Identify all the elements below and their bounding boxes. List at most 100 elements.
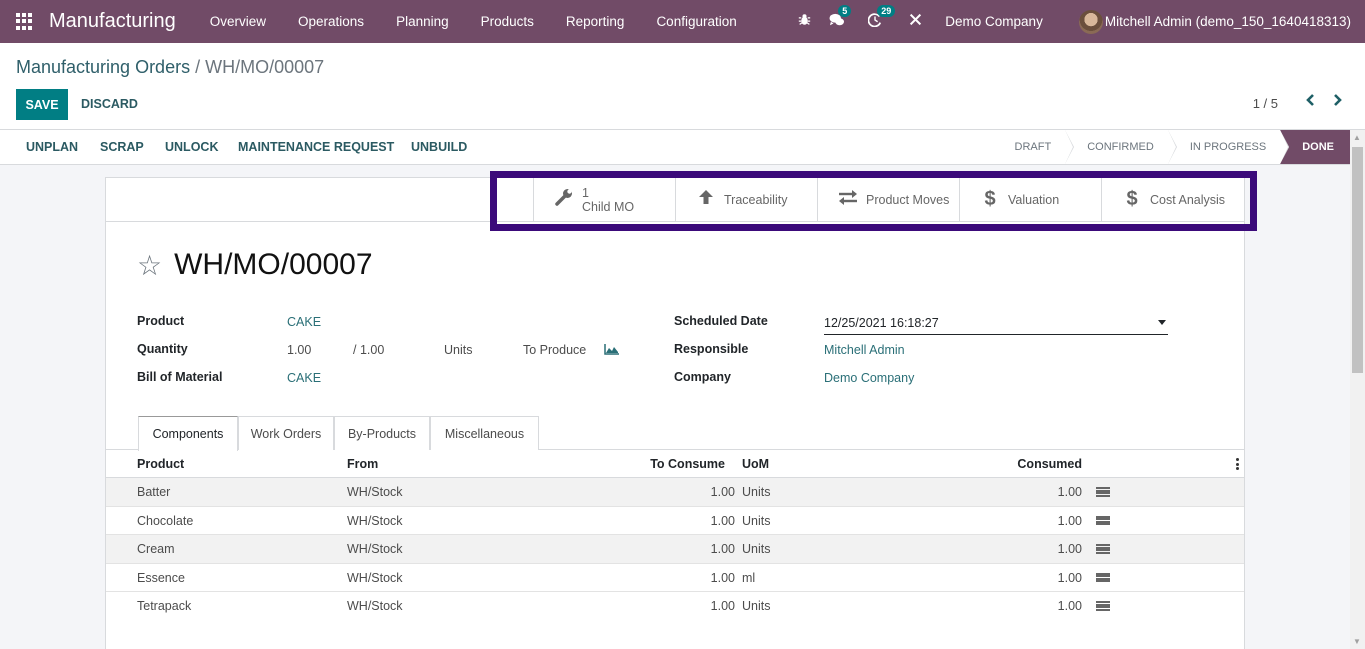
breadcrumb-current: WH/MO/00007 [205, 57, 325, 77]
cell-from: WH/Stock [347, 542, 403, 556]
save-button[interactable]: SAVE [16, 89, 68, 120]
app-name[interactable]: Manufacturing [49, 10, 176, 33]
detailed-operations-list-icon[interactable] [1096, 515, 1110, 526]
table-row[interactable]: Chocolate WH/Stock 1.00 Units 1.00 [106, 507, 1244, 535]
table-row[interactable]: Batter WH/Stock 1.00 Units 1.00 [106, 478, 1244, 507]
tools-icon[interactable] [909, 13, 922, 30]
user-menu[interactable]: Mitchell Admin (demo_150_1640418313) [1105, 14, 1351, 29]
stage-draft[interactable]: DRAFT [996, 130, 1074, 164]
pager-value[interactable]: 1 / 5 [1253, 96, 1278, 111]
scheduled-date-value: 12/25/2021 16:18:27 [824, 316, 939, 330]
table-row[interactable]: Cream WH/Stock 1.00 Units 1.00 [106, 535, 1244, 564]
header-uom[interactable]: UoM [742, 457, 769, 471]
cell-from: WH/Stock [347, 485, 403, 499]
breadcrumb-separator: / [195, 57, 201, 77]
cell-to-consume: 1.00 [710, 485, 735, 499]
menu-operations[interactable]: Operations [282, 14, 380, 29]
header-from[interactable]: From [347, 457, 378, 471]
tab-work-orders[interactable]: Work Orders [238, 416, 334, 450]
activities-clock-icon[interactable]: 29 [867, 4, 896, 31]
table-row[interactable]: Tetrapack WH/Stock 1.00 Units 1.00 [106, 592, 1244, 621]
child-mo-count: 1 [582, 185, 589, 200]
cost-analysis-button[interactable]: $ Cost Analysis [1101, 178, 1243, 221]
cell-uom: Units [742, 599, 771, 613]
unlock-button[interactable]: UNLOCK [165, 140, 218, 154]
scroll-up-arrow-icon[interactable]: ▲ [1353, 133, 1361, 142]
stage-done-label: DONE [1302, 141, 1334, 153]
product-moves-button[interactable]: Product Moves [817, 178, 959, 221]
header-product[interactable]: Product [137, 457, 184, 471]
table-header: Product From To Consume UoM Consumed [106, 450, 1244, 478]
area-chart-icon[interactable] [604, 344, 619, 355]
stage-done[interactable]: DONE [1280, 130, 1350, 164]
quantity-produced[interactable]: 1.00 [287, 343, 311, 357]
discard-button[interactable]: DISCARD [81, 97, 138, 111]
vertical-scrollbar[interactable]: ▲ ▼ [1350, 130, 1365, 649]
scroll-down-arrow-icon[interactable]: ▼ [1353, 637, 1361, 646]
company-switcher[interactable]: Demo Company [945, 14, 1043, 29]
apps-menu-icon[interactable] [16, 13, 33, 30]
cell-consumed: 1.00 [1057, 542, 1082, 556]
menu-planning[interactable]: Planning [380, 14, 465, 29]
bom-value[interactable]: CAKE [287, 371, 321, 385]
form-sheet: 1 Child MO Traceability Product Moves $ … [105, 177, 1245, 649]
cell-product: Chocolate [137, 513, 194, 528]
child-mo-button[interactable]: 1 Child MO [533, 178, 675, 221]
components-table: Product From To Consume UoM Consumed Bat… [106, 450, 1244, 621]
dollar-icon: $ [984, 188, 996, 210]
user-avatar[interactable] [1078, 9, 1103, 34]
menu-reporting[interactable]: Reporting [550, 14, 641, 29]
table-row[interactable]: Essence WH/Stock 1.00 ml 1.00 [106, 564, 1244, 592]
messages-icon[interactable]: 5 [829, 4, 852, 31]
cost-analysis-label: Cost Analysis [1150, 192, 1226, 207]
tab-miscellaneous[interactable]: Miscellaneous [430, 416, 539, 450]
header-to-consume[interactable]: To Consume [626, 457, 725, 471]
caret-down-icon[interactable] [1158, 320, 1166, 325]
maintenance-request-button[interactable]: MAINTENANCE REQUEST [238, 140, 394, 154]
valuation-label: Valuation [1008, 192, 1060, 207]
unplan-button[interactable]: UNPLAN [26, 140, 78, 154]
top-navbar: Manufacturing Overview Operations Planni… [0, 0, 1365, 43]
chevron-left-icon [1306, 94, 1314, 106]
scroll-thumb[interactable] [1352, 147, 1363, 373]
breadcrumb-parent-link[interactable]: Manufacturing Orders [16, 57, 190, 77]
optional-columns-kebab-icon[interactable] [1236, 458, 1239, 470]
menu-overview[interactable]: Overview [194, 14, 282, 29]
debug-bug-icon[interactable] [798, 13, 811, 30]
favorite-star-icon[interactable]: ☆ [137, 249, 162, 282]
cell-consumed: 1.00 [1057, 570, 1082, 585]
scheduled-date-input[interactable]: 12/25/2021 16:18:27 [824, 314, 1168, 335]
smart-button-box: 1 Child MO Traceability Product Moves $ … [106, 178, 1244, 222]
product-value[interactable]: CAKE [287, 315, 321, 329]
header-consumed[interactable]: Consumed [976, 457, 1082, 471]
cell-to-consume: 1.00 [710, 542, 735, 556]
cell-uom: Units [742, 542, 771, 556]
cell-product: Essence [137, 570, 185, 585]
quantity-uom: Units [444, 343, 473, 357]
detailed-operations-list-icon[interactable] [1096, 572, 1110, 583]
quantity-total: / 1.00 [353, 343, 385, 357]
menu-products[interactable]: Products [465, 14, 550, 29]
pager-next-button[interactable] [1333, 93, 1343, 112]
detailed-operations-list-icon[interactable] [1096, 544, 1110, 554]
unbuild-button[interactable]: UNBUILD [411, 140, 467, 154]
traceability-button[interactable]: Traceability [675, 178, 817, 221]
tab-by-products[interactable]: By-Products [334, 416, 430, 450]
scheduled-date-label: Scheduled Date [674, 314, 768, 328]
detailed-operations-list-icon[interactable] [1096, 601, 1110, 611]
menu-configuration[interactable]: Configuration [640, 14, 752, 29]
product-label: Product [137, 314, 185, 328]
responsible-value[interactable]: Mitchell Admin [824, 343, 905, 357]
pager-previous-button[interactable] [1305, 93, 1315, 112]
stage-confirmed[interactable]: CONFIRMED [1065, 130, 1177, 164]
status-bar: UNPLAN SCRAP UNLOCK MAINTENANCE REQUEST … [0, 130, 1350, 165]
tab-components[interactable]: Components [138, 416, 238, 451]
detailed-operations-list-icon[interactable] [1096, 487, 1110, 497]
cell-product: Batter [137, 485, 171, 499]
responsible-label: Responsible [674, 342, 749, 356]
stage-in-progress[interactable]: IN PROGRESS [1167, 130, 1290, 164]
scrap-button[interactable]: SCRAP [100, 140, 144, 154]
dollar-icon: $ [1126, 188, 1138, 210]
company-value[interactable]: Demo Company [824, 371, 914, 385]
valuation-button[interactable]: $ Valuation [959, 178, 1101, 221]
